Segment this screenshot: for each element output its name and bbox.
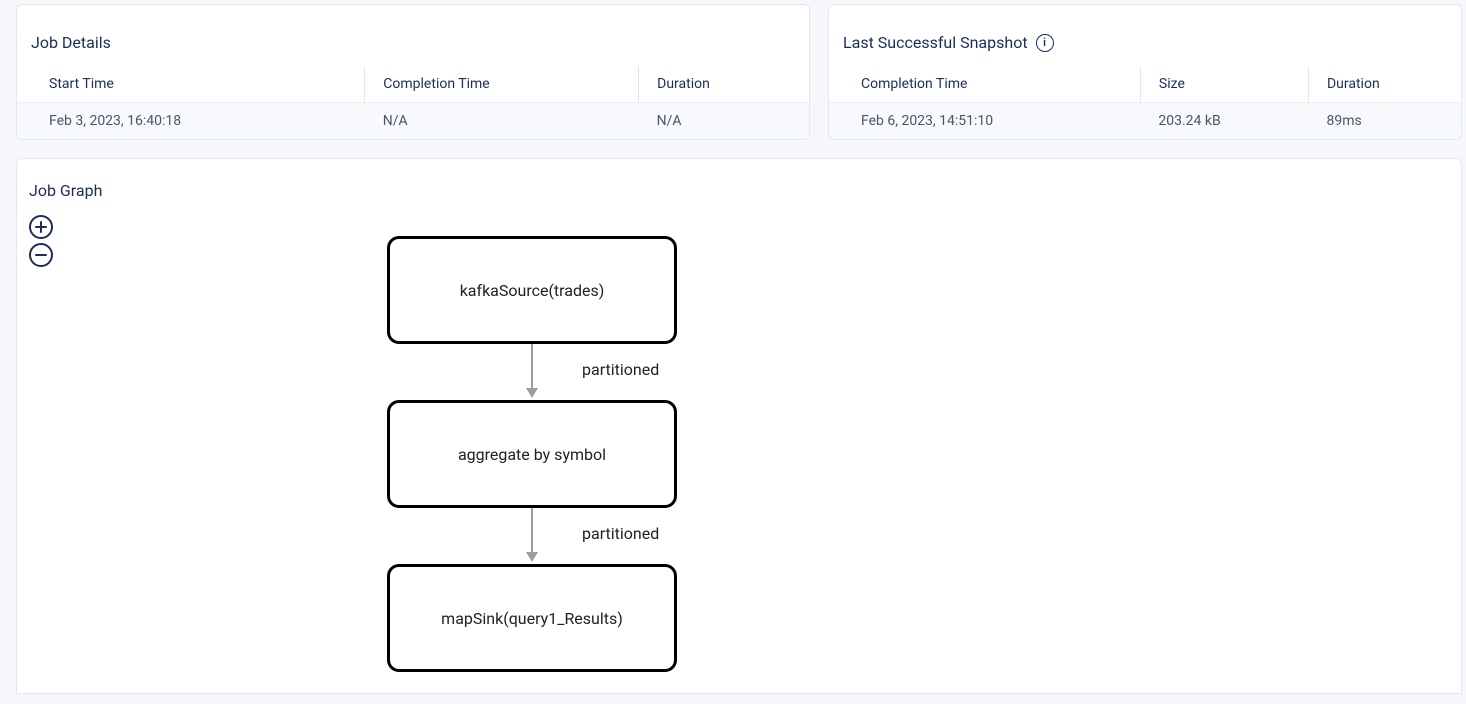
edge-line [531,344,533,392]
arrow-down-icon [526,388,538,398]
snapshot-table: Completion Time Size Duration Feb 6, 202… [829,66,1461,139]
zoom-out-button[interactable] [29,243,53,267]
table-row: Feb 3, 2023, 16:40:18 N/A N/A [17,103,809,140]
val-snap-duration: 89ms [1308,103,1461,140]
arrow-down-icon [526,552,538,562]
col-snap-size: Size [1140,66,1308,103]
graph-node-source[interactable]: kafkaSource(trades) [387,236,677,344]
edge-label: partitioned [582,360,659,379]
val-start-time: Feb 3, 2023, 16:40:18 [17,103,365,140]
job-details-card: Job Details Start Time Completion Time D… [16,4,810,140]
col-completion-time: Completion Time [365,66,639,103]
graph-node-sink[interactable]: mapSink(query1_Results) [387,564,677,672]
val-snap-size: 203.24 kB [1140,103,1308,140]
table-row: Feb 6, 2023, 14:51:10 203.24 kB 89ms [829,103,1461,140]
col-snap-duration: Duration [1308,66,1461,103]
zoom-in-button[interactable] [29,215,53,239]
edge-line [531,508,533,556]
val-completion-time: N/A [365,103,639,140]
graph-edge: partitioned [387,344,677,400]
graph-edge: partitioned [387,508,677,564]
minus-icon [34,248,48,262]
edge-label: partitioned [582,524,659,543]
val-snap-completion: Feb 6, 2023, 14:51:10 [829,103,1140,140]
snapshot-card: Last Successful Snapshot i Completion Ti… [828,4,1462,140]
job-graph-panel: Job Graph kafkaSource(trades) partitione… [16,158,1462,694]
info-icon[interactable]: i [1036,34,1054,52]
col-duration: Duration [639,66,809,103]
val-duration: N/A [639,103,809,140]
graph-canvas[interactable]: kafkaSource(trades) partitioned aggregat… [387,236,687,672]
graph-node-aggregate[interactable]: aggregate by symbol [387,400,677,508]
job-graph-title: Job Graph [29,181,1449,200]
zoom-controls [29,215,53,267]
plus-icon [34,220,48,234]
col-snap-completion: Completion Time [829,66,1140,103]
snapshot-title: Last Successful Snapshot i [829,21,1461,66]
col-start-time: Start Time [17,66,365,103]
job-details-table: Start Time Completion Time Duration Feb … [17,66,809,139]
snapshot-title-text: Last Successful Snapshot [843,33,1028,52]
job-details-title: Job Details [17,21,809,66]
